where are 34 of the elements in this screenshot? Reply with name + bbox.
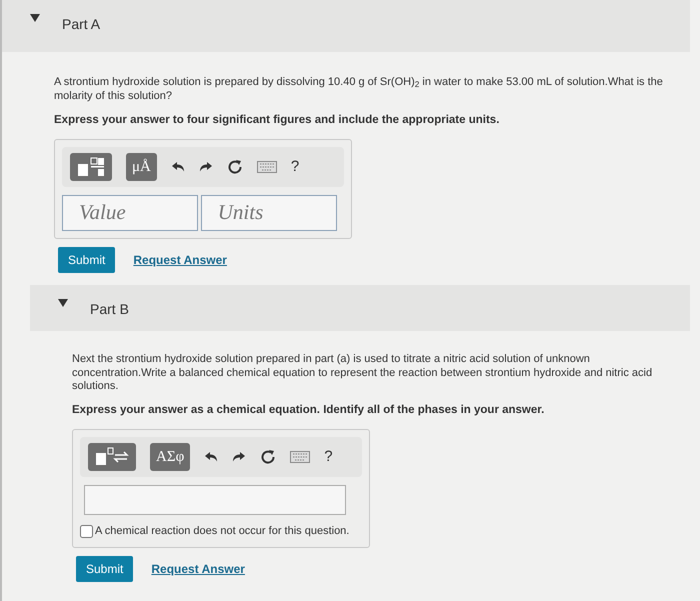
reset-icon[interactable]: [260, 449, 276, 466]
request-answer-link[interactable]: Request Answer: [133, 250, 227, 269]
redo-icon[interactable]: [198, 160, 213, 173]
question-text: A strontium hydroxide solution is prepared by dissolving 10.40 g of Sr(OH)$_{2}$ in water to make 53.00 mL of solution.What is the molarity of this solution?: [54, 76, 664, 104]
template-button[interactable]: [70, 152, 112, 181]
help-button[interactable]: ?: [324, 446, 333, 468]
symbols-button[interactable]: ΑΣφ: [150, 443, 190, 472]
template-icon: [76, 156, 106, 178]
instruction-text: Express your answer as a chemical equation. Identify all of the phases in your answer.: [72, 403, 546, 418]
question-text: Next the strontium hydroxide solution prepared in part (a) is used to titrate a nitric acid solution of unknown concentration.Write a balanced chemical equation to represent the reaction between strontium hydroxide and nitric acid solutions.: [72, 352, 654, 394]
part-title: Part A: [62, 15, 100, 34]
caret-icon: [30, 14, 40, 22]
request-answer-link[interactable]: Request Answer: [151, 560, 245, 578]
reaction-template-button[interactable]: [88, 443, 136, 472]
symbols-button[interactable]: μÅ: [126, 152, 157, 181]
keyboard-icon[interactable]: [290, 451, 310, 464]
part-title: Part B: [90, 300, 129, 319]
caret-icon: [58, 298, 68, 307]
help-button[interactable]: ?: [290, 156, 300, 178]
redo-icon[interactable]: [232, 451, 246, 464]
answer-field[interactable]: [84, 485, 346, 516]
checkbox[interactable]: [80, 525, 93, 538]
part-header[interactable]: Part A: [2, 0, 690, 52]
units-field[interactable]: Units: [200, 194, 337, 231]
submit-button[interactable]: Submit: [58, 246, 116, 273]
part-header[interactable]: Part B: [30, 284, 690, 331]
keyboard-icon[interactable]: [256, 160, 277, 173]
undo-icon[interactable]: [170, 160, 185, 173]
undo-icon[interactable]: [204, 451, 218, 464]
checkbox-label: A chemical reaction does not occur for this question.: [95, 524, 350, 540]
instruction-text: Express your answer to four significant figures and include the appropriate units.: [54, 112, 500, 128]
submit-button[interactable]: Submit: [76, 556, 134, 582]
value-field[interactable]: Value: [62, 194, 198, 231]
reset-icon[interactable]: [226, 158, 243, 175]
